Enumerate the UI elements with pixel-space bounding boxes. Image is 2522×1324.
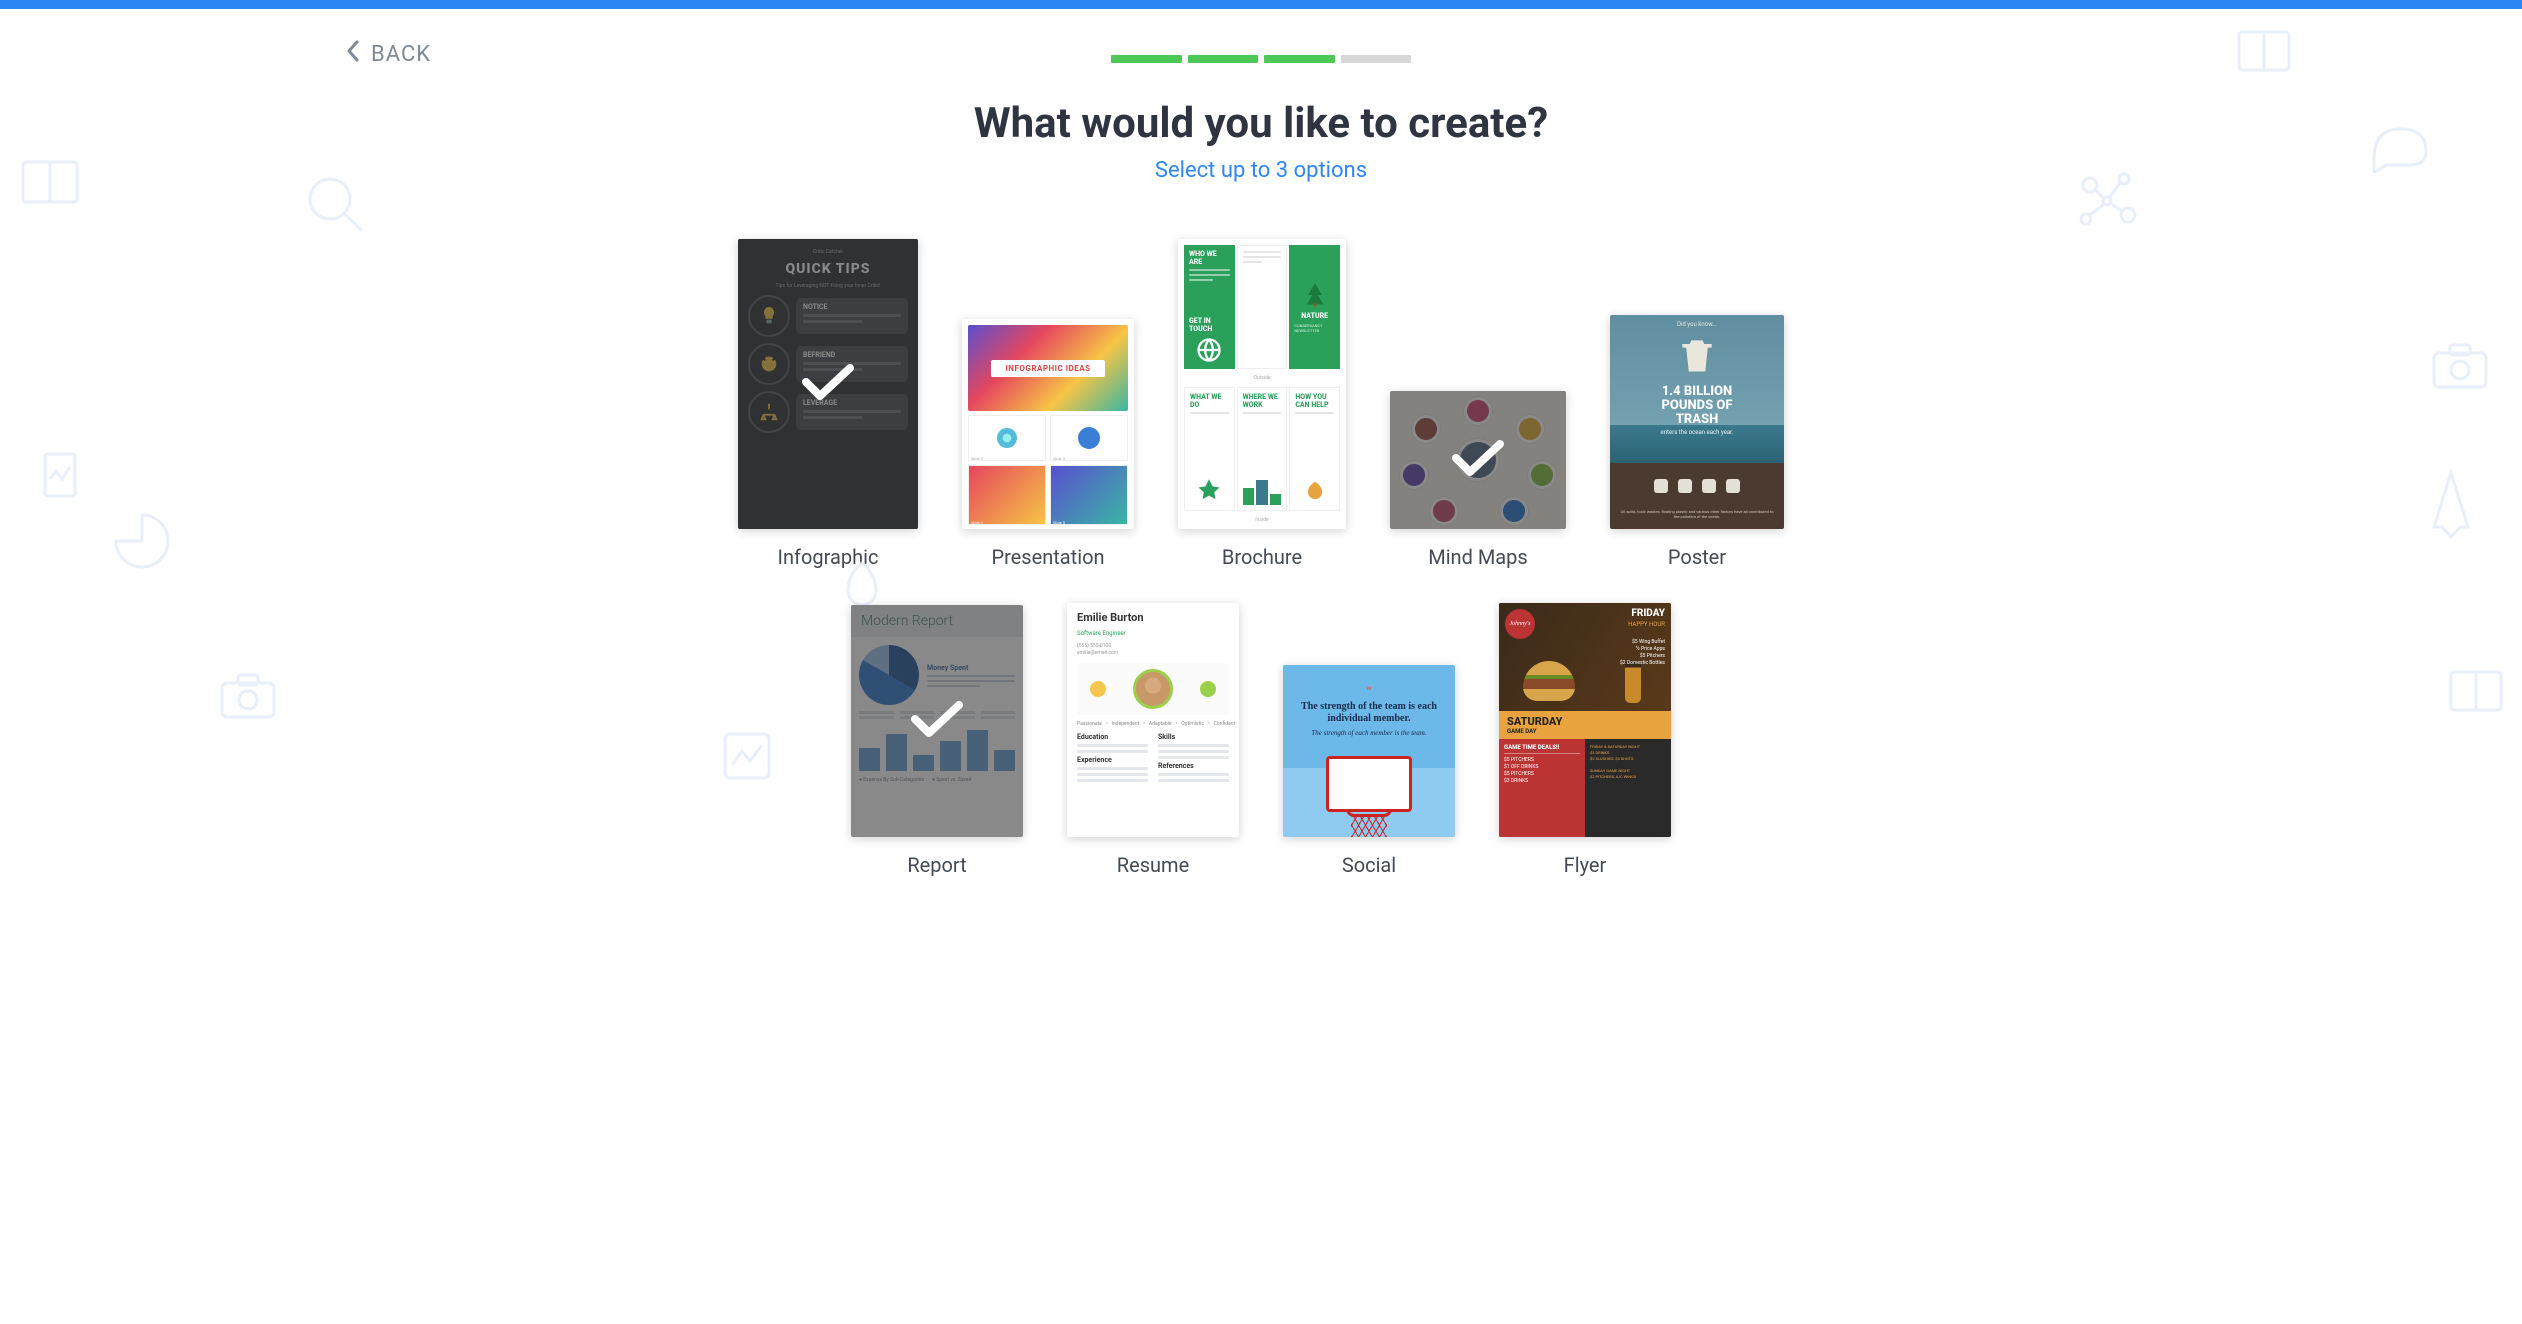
- option-brochure[interactable]: WHO WE AREGET IN TOUCH NATURECONSERVANCY…: [1178, 239, 1346, 569]
- progress-bar: [1111, 55, 1411, 63]
- progress-segment: [1111, 55, 1182, 63]
- selected-check-icon: [802, 362, 854, 406]
- trash-icon: [1675, 333, 1719, 381]
- option-label: Flyer: [1564, 853, 1607, 877]
- chevron-left-icon: [345, 39, 361, 69]
- option-label: Resume: [1117, 853, 1189, 877]
- selected-check-icon: [911, 699, 963, 743]
- template-row: Critic Catcher QUICK TIPS Tips for Lever…: [701, 239, 1821, 569]
- bg-deco-icon: [110, 509, 174, 577]
- page-title: What would you like to create?: [0, 99, 2522, 148]
- bg-deco-icon: [2236, 29, 2292, 77]
- thumbnail-flyer: Johnny's FRIDAYHAPPY HOUR $5 Wing Buffet…: [1499, 603, 1671, 837]
- option-report[interactable]: Modern Report Money Spent ● Expense By S…: [851, 605, 1023, 877]
- option-mind-maps[interactable]: Mind Maps: [1390, 391, 1566, 569]
- option-label: Report: [907, 853, 966, 877]
- option-social[interactable]: “The strength of the team is each indivi…: [1283, 665, 1455, 877]
- bg-deco-icon: [40, 449, 80, 505]
- option-presentation[interactable]: INFOGRAPHIC IDEAS Slide 2 Slide 3 Slide …: [962, 319, 1134, 569]
- option-resume[interactable]: Emilie Burton Software Engineer (555) 55…: [1067, 603, 1239, 877]
- option-poster[interactable]: Did you know... 1.4 BILLIONPOUNDS OFTRAS…: [1610, 315, 1784, 569]
- thumbnail-resume: Emilie Burton Software Engineer (555) 55…: [1067, 603, 1239, 837]
- top-accent-bar: [0, 0, 2522, 9]
- thumbnail-brochure: WHO WE AREGET IN TOUCH NATURECONSERVANCY…: [1178, 239, 1346, 529]
- bg-deco-icon: [2426, 469, 2476, 545]
- option-infographic[interactable]: Critic Catcher QUICK TIPS Tips for Lever…: [738, 239, 918, 569]
- thumbnail-presentation: INFOGRAPHIC IDEAS Slide 2 Slide 3 Slide …: [962, 319, 1134, 529]
- bg-deco-icon: [2448, 669, 2504, 717]
- bg-deco-icon: [2428, 339, 2492, 395]
- option-label: Infographic: [778, 545, 879, 569]
- page-subtitle: Select up to 3 options: [0, 158, 2522, 183]
- option-flyer[interactable]: Johnny's FRIDAYHAPPY HOUR $5 Wing Buffet…: [1499, 603, 1671, 877]
- option-label: Presentation: [991, 545, 1104, 569]
- progress-segment: [1341, 55, 1412, 63]
- progress-segment: [1264, 55, 1335, 63]
- selected-check-icon: [1452, 438, 1504, 482]
- option-label: Mind Maps: [1428, 545, 1528, 569]
- option-label: Social: [1342, 853, 1396, 877]
- thumbnail-social: “The strength of the team is each indivi…: [1283, 665, 1455, 837]
- option-label: Brochure: [1222, 545, 1302, 569]
- template-grid: Critic Catcher QUICK TIPS Tips for Lever…: [701, 239, 1821, 877]
- back-button[interactable]: BACK: [345, 39, 431, 69]
- template-row: Modern Report Money Spent ● Expense By S…: [701, 603, 1821, 877]
- bg-deco-icon: [216, 669, 280, 725]
- back-label: BACK: [371, 42, 431, 67]
- thumbnail-poster: Did you know... 1.4 BILLIONPOUNDS OFTRAS…: [1610, 315, 1784, 529]
- option-label: Poster: [1668, 545, 1726, 569]
- progress-segment: [1188, 55, 1259, 63]
